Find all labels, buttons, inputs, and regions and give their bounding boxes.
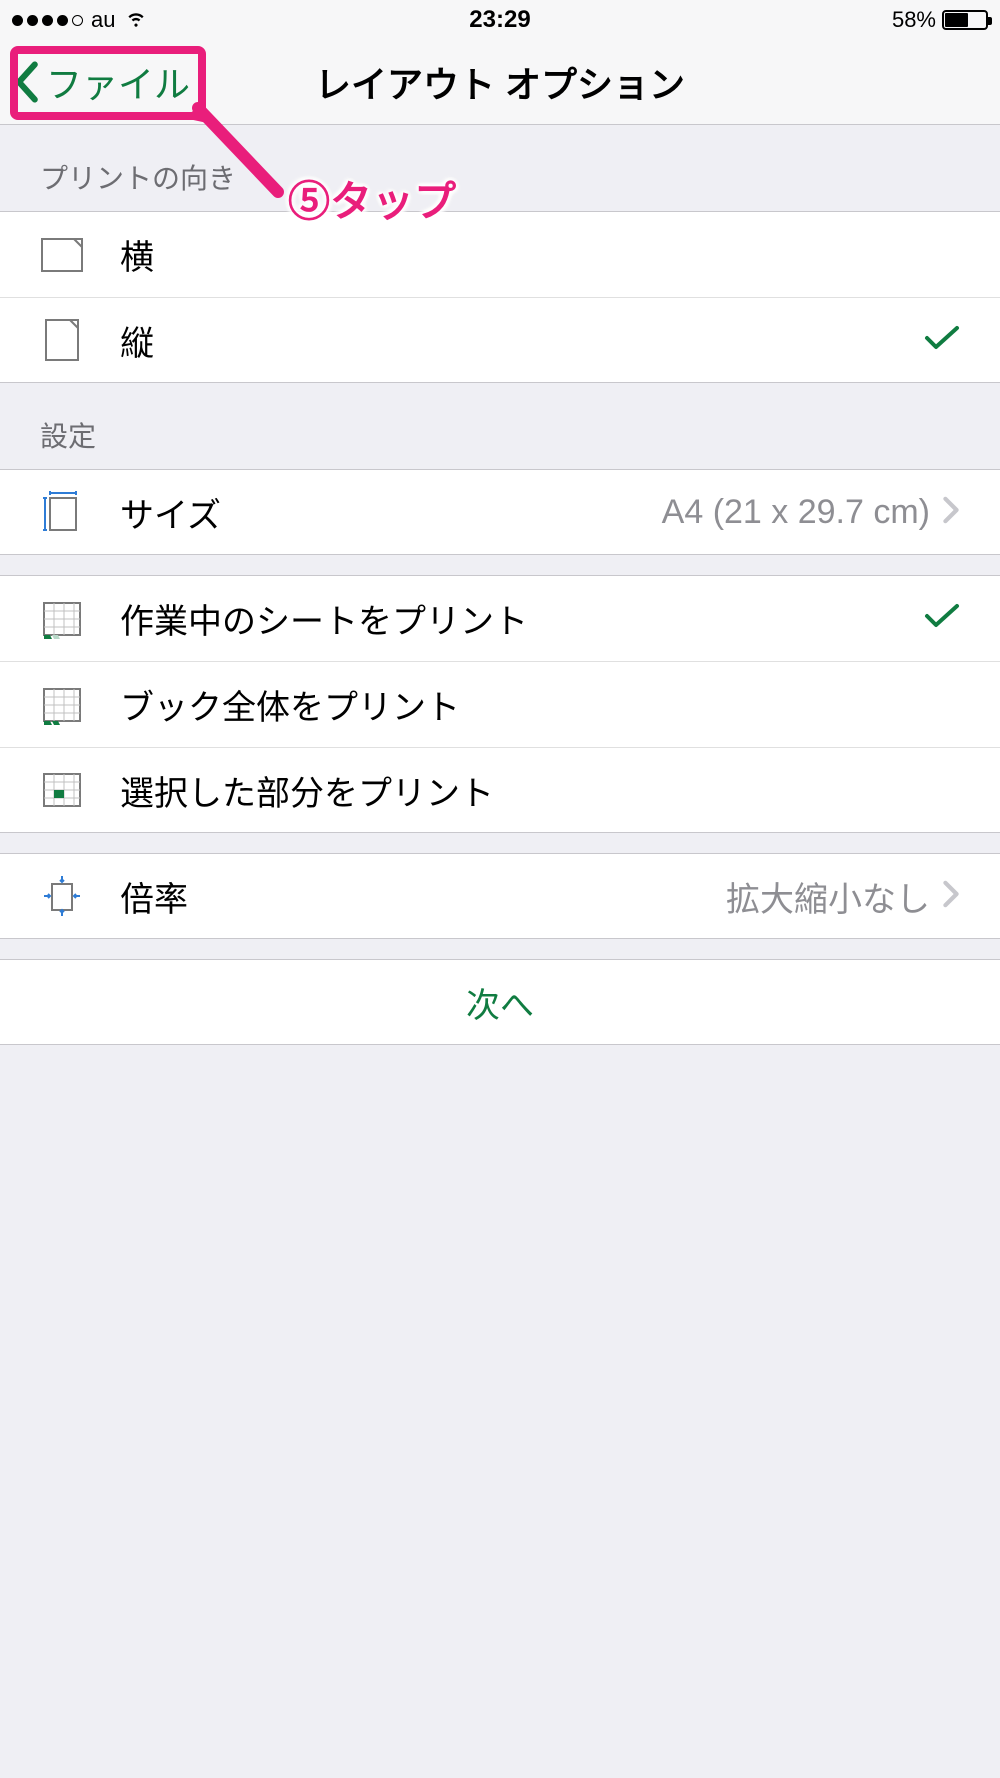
wifi-icon (123, 4, 149, 37)
chevron-right-icon (942, 880, 960, 913)
carrier-label: au (91, 7, 115, 33)
page-title: レイアウト オプション (315, 56, 685, 108)
next-button[interactable]: 次へ (0, 959, 1000, 1045)
chevron-right-icon (942, 496, 960, 529)
check-icon (924, 602, 960, 635)
orientation-landscape-label: 横 (120, 230, 960, 279)
scale-icon (40, 874, 84, 918)
print-selection-label: 選択した部分をプリント (120, 766, 960, 815)
print-active-sheet[interactable]: 作業中のシートをプリント (0, 575, 1000, 661)
size-row[interactable]: サイズ A4 (21 x 29.7 cm) (0, 469, 1000, 555)
check-icon (924, 324, 960, 357)
back-label: ファイル (46, 56, 190, 108)
status-time: 23:29 (469, 6, 530, 34)
chevron-left-icon (12, 61, 40, 103)
scale-row[interactable]: 倍率 拡大縮小なし (0, 853, 1000, 939)
section-header-settings: 設定 (0, 383, 1000, 469)
landscape-icon (40, 233, 84, 277)
sheet-active-icon (40, 597, 84, 641)
size-value: A4 (21 x 29.7 cm) (662, 493, 930, 532)
print-selection[interactable]: 選択した部分をプリント (0, 747, 1000, 833)
scale-value: 拡大縮小なし (726, 872, 930, 921)
print-book[interactable]: ブック全体をプリント (0, 661, 1000, 747)
back-button[interactable]: ファイル (0, 50, 202, 114)
battery-percent: 58% (892, 7, 936, 33)
next-label: 次へ (466, 978, 534, 1027)
nav-bar: ファイル レイアウト オプション (0, 40, 1000, 125)
print-active-label: 作業中のシートをプリント (120, 594, 924, 643)
sheet-book-icon (40, 683, 84, 727)
signal-dots (12, 15, 83, 26)
status-bar: au 23:29 58% (0, 0, 1000, 40)
section-header-orientation: プリントの向き (0, 125, 1000, 211)
sheet-selection-icon (40, 768, 84, 812)
orientation-portrait-label: 縦 (120, 316, 924, 365)
scale-label: 倍率 (120, 872, 726, 921)
orientation-landscape[interactable]: 横 (0, 211, 1000, 297)
size-label: サイズ (120, 488, 662, 537)
print-book-label: ブック全体をプリント (120, 680, 960, 729)
size-icon (40, 490, 84, 534)
battery-icon (942, 10, 988, 30)
portrait-icon (40, 318, 84, 362)
orientation-portrait[interactable]: 縦 (0, 297, 1000, 383)
